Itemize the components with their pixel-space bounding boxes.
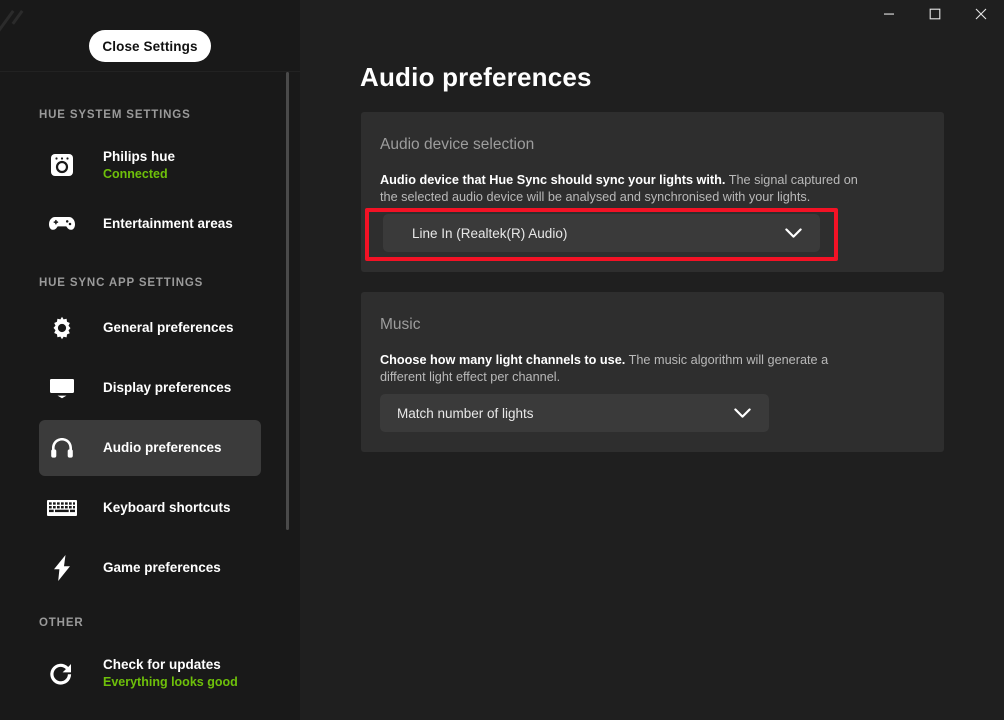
settings-sidebar: Close Settings HUE SYSTEM SETTINGS Phili… <box>0 0 300 720</box>
sidebar-item-general-preferences[interactable]: General preferences <box>39 300 261 356</box>
card-title: Audio device selection <box>380 136 535 153</box>
minimize-button[interactable] <box>866 0 912 28</box>
card-description-bold: Choose how many light channels to use. <box>380 353 626 367</box>
close-button[interactable] <box>958 0 1004 28</box>
gear-icon <box>39 300 85 356</box>
sidebar-scrollbar-thumb[interactable] <box>286 72 289 530</box>
sidebar-header: Close Settings <box>0 0 300 72</box>
card-description-bold: Audio device that Hue Sync should sync y… <box>380 173 726 187</box>
update-status: Everything looks good <box>103 674 238 689</box>
music-channels-selected-value: Match number of lights <box>397 405 534 421</box>
audio-device-select[interactable]: Line In (Realtek(R) Audio) <box>383 214 820 252</box>
hue-connection-status: Connected <box>103 166 168 181</box>
sidebar-item-display-preferences[interactable]: Display preferences <box>39 360 261 416</box>
main-content: Audio preferences Audio device selection… <box>300 0 1004 720</box>
app-window: Close Settings HUE SYSTEM SETTINGS Phili… <box>0 0 1004 720</box>
page-title: Audio preferences <box>360 62 592 92</box>
chevron-down-icon <box>734 394 751 432</box>
refresh-icon <box>39 645 85 701</box>
maximize-button[interactable] <box>912 0 958 28</box>
section-label-hue-sync-app: HUE SYNC APP SETTINGS <box>39 277 204 289</box>
sidebar-item-entertainment-areas[interactable]: Entertainment areas <box>39 196 261 252</box>
sidebar-item-keyboard-shortcuts[interactable]: Keyboard shortcuts <box>39 480 261 536</box>
sidebar-item-label: Keyboard shortcuts <box>103 500 231 515</box>
monitor-icon <box>39 360 85 416</box>
audio-device-selected-value: Line In (Realtek(R) Audio) <box>412 225 568 241</box>
sidebar-item-label: Display preferences <box>103 380 232 395</box>
lightning-bolt-icon <box>39 540 85 596</box>
music-channels-select[interactable]: Match number of lights <box>380 394 769 432</box>
sidebar-item-label: Check for updates <box>103 656 221 672</box>
sidebar-nav-scroll[interactable]: HUE SYSTEM SETTINGS Philips hue Connecte… <box>0 73 300 720</box>
card-title: Music <box>380 316 421 333</box>
card-description: Audio device that Hue Sync should sync y… <box>380 172 858 205</box>
chevron-down-icon <box>785 214 802 252</box>
sidebar-item-label: Entertainment areas <box>103 216 233 231</box>
sidebar-item-label: Game preferences <box>103 560 221 575</box>
gamepad-icon <box>39 196 85 252</box>
close-settings-button[interactable]: Close Settings <box>89 30 211 62</box>
headphones-icon <box>39 420 85 476</box>
music-card: Music Choose how many light channels to … <box>361 292 944 452</box>
audio-device-selection-card: Audio device selection Audio device that… <box>361 112 944 272</box>
sidebar-item-audio-preferences[interactable]: Audio preferences <box>39 420 261 476</box>
sidebar-item-label: Audio preferences <box>103 440 222 455</box>
window-titlebar <box>300 0 1004 28</box>
sidebar-item-label: Philips hue <box>103 148 176 164</box>
card-description: Choose how many light channels to use. T… <box>380 352 858 385</box>
hue-bridge-icon <box>39 137 85 193</box>
section-label-hue-system: HUE SYSTEM SETTINGS <box>39 109 191 121</box>
sidebar-item-check-for-updates[interactable]: Check for updates Everything looks good <box>39 645 261 701</box>
sidebar-item-philips-hue[interactable]: Philips hue Connected <box>39 137 261 193</box>
keyboard-icon <box>39 480 85 536</box>
sidebar-item-label: General preferences <box>103 320 234 335</box>
section-label-other: OTHER <box>39 617 84 629</box>
sidebar-item-game-preferences[interactable]: Game preferences <box>39 540 261 596</box>
